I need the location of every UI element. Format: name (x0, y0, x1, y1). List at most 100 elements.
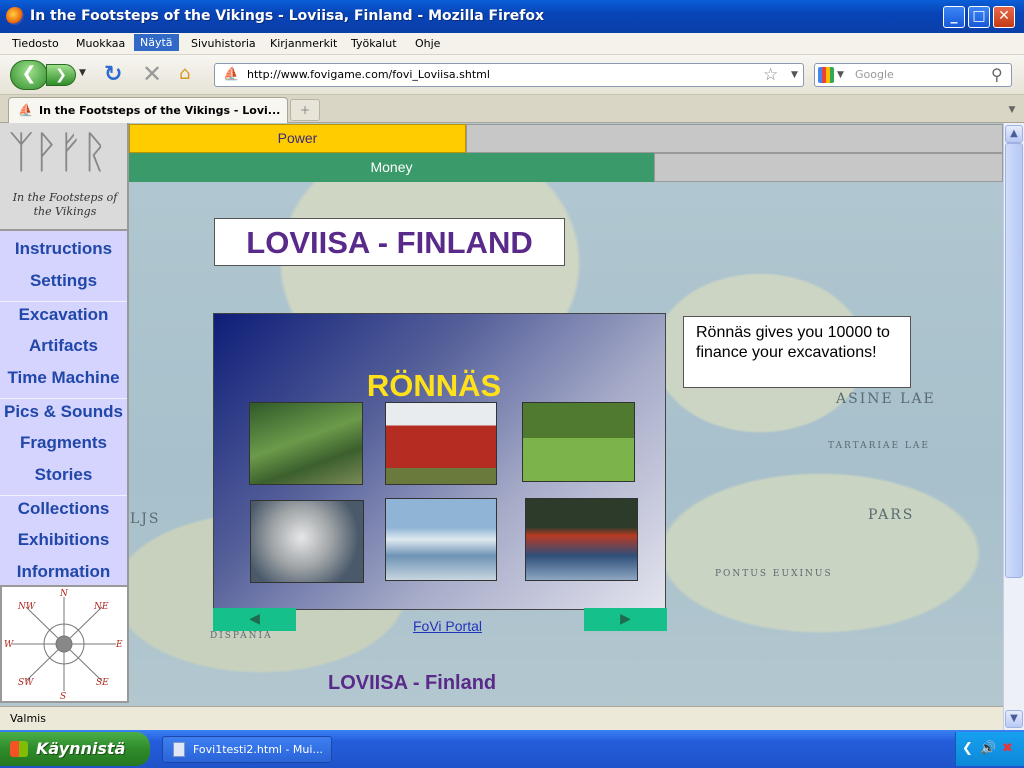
tab-list-dropdown-icon[interactable]: ▼ (1003, 99, 1021, 121)
start-button[interactable]: Käynnistä (0, 732, 150, 766)
tab-favicon-icon: ⛵ (18, 103, 33, 117)
start-label: Käynnistä (36, 739, 126, 758)
footer-title: LOVIISA - Finland (328, 672, 497, 694)
compass-ne: NE (93, 602, 109, 612)
map-label: LJS (130, 511, 161, 527)
taskbar-item[interactable]: Fovi1testi2.html - Mui... (162, 736, 332, 763)
compass-e: E (115, 640, 123, 650)
photo-speedboat[interactable] (385, 498, 497, 581)
photo-red-barn[interactable] (385, 402, 497, 485)
sidebar-item-pics-sounds[interactable]: Pics & Sounds (0, 398, 127, 422)
search-engine-dropdown-icon[interactable]: ▼ (837, 70, 844, 80)
map-label: PONTUS EUXINUS (715, 569, 833, 579)
security-alert-icon[interactable]: ✖ (1002, 741, 1013, 756)
windows-logo-icon (10, 741, 28, 757)
scroll-down-icon[interactable]: ▼ (1005, 710, 1023, 728)
map-label: DISPANIA (210, 631, 273, 641)
money-bar-remaining (654, 153, 1003, 182)
tray-expand-icon[interactable]: ❮ (962, 741, 973, 756)
tab-bar: ⛵ In the Footsteps of the Vikings - Lovi… (0, 95, 1024, 123)
compass-w: W (4, 640, 14, 650)
money-bar: Money (129, 153, 654, 182)
tab-active[interactable]: ⛵ In the Footsteps of the Vikings - Lovi… (8, 97, 288, 123)
sidebar-item-exhibitions[interactable]: Exhibitions (0, 530, 127, 550)
map-label: ASINE LAE (836, 391, 936, 407)
next-arrow-button[interactable]: ▶ (584, 608, 667, 631)
compass-sw: SW (18, 678, 34, 688)
minimize-button[interactable]: _ (943, 6, 965, 28)
location-panel: RÖNNÄS (213, 313, 666, 610)
panel-title: RÖNNÄS (366, 368, 502, 403)
new-tab-button[interactable]: + (290, 99, 320, 121)
volume-icon[interactable]: 🔊 (980, 741, 996, 756)
history-dropdown-icon[interactable]: ▼ (79, 68, 86, 78)
compass-icon: N NE E SE S SW W NW (4, 589, 123, 702)
compass-n: N (59, 589, 69, 599)
menu-file[interactable]: Tiedosto (12, 37, 59, 50)
previous-arrow-button[interactable]: ◀ (213, 608, 296, 631)
menu-view[interactable]: Näytä (134, 34, 179, 51)
photo-rafting[interactable] (525, 498, 638, 581)
sidebar-item-excavation[interactable]: Excavation (0, 301, 127, 325)
photo-mountain-biking[interactable] (249, 402, 363, 485)
scroll-up-icon[interactable]: ▲ (1005, 125, 1023, 143)
status-bar: Valmis (0, 706, 1003, 730)
sidebar-item-collections[interactable]: Collections (0, 495, 127, 519)
photo-golfer[interactable] (522, 402, 635, 482)
site-favicon-icon: ⛵ (223, 67, 240, 82)
sidebar-item-artifacts[interactable]: Artifacts (0, 336, 127, 356)
back-button[interactable]: ❮ (10, 60, 48, 90)
search-engine-icon[interactable] (818, 67, 834, 83)
navigation-toolbar: ❮ ❯ ▼ ↻ ✕ ⌂ ⛵ http://www.fovigame.com/fo… (0, 55, 1024, 95)
reload-icon[interactable]: ↻ (104, 62, 122, 87)
home-icon[interactable]: ⌂ (179, 63, 190, 84)
fovi-portal-link[interactable]: FoVi Portal (413, 618, 482, 634)
window-title: In the Footsteps of the Vikings - Loviis… (30, 8, 545, 24)
compass-s: S (60, 692, 66, 701)
rune-logo-icon: ᛉᚹᚠᚱ (8, 127, 108, 178)
compass-rose: N NE E SE S SW W NW (0, 585, 129, 703)
compass-se: SE (96, 678, 109, 688)
menu-bookmarks[interactable]: Kirjanmerkit (270, 37, 337, 50)
maximize-button[interactable]: □ (968, 6, 990, 28)
bookmark-star-icon[interactable]: ☆ (763, 65, 778, 85)
logo-caption: In the Footsteps of the Vikings (12, 191, 118, 218)
menu-history[interactable]: Sivuhistoria (191, 37, 256, 50)
taskbar-item-label: Fovi1testi2.html - Mui... (193, 743, 323, 756)
firefox-icon (6, 7, 24, 25)
search-input[interactable]: Google (855, 68, 894, 81)
search-bar[interactable]: ▼ Google ⚲ (814, 63, 1012, 87)
vertical-scrollbar[interactable]: ▲ ▼ (1003, 123, 1024, 730)
close-button[interactable]: ✕ (993, 6, 1015, 28)
url-bar[interactable]: ⛵ http://www.fovigame.com/fovi_Loviisa.s… (214, 63, 804, 87)
sidebar-item-stories[interactable]: Stories (0, 465, 127, 485)
scroll-thumb[interactable] (1005, 143, 1023, 578)
photo-fishing-reel[interactable] (250, 500, 364, 583)
page-content: ASINE LAE PARS LJS TARTARIAE LAE PONTUS … (0, 123, 1003, 706)
url-dropdown-icon[interactable]: ▼ (791, 70, 798, 80)
status-text: Valmis (10, 712, 46, 725)
window-titlebar: In the Footsteps of the Vikings - Loviis… (0, 0, 1024, 33)
map-label: TARTARIAE LAE (828, 441, 930, 451)
site-logo[interactable]: ᛉᚹᚠᚱ In the Footsteps of the Vikings (0, 123, 129, 231)
page-title: LOVIISA - FINLAND (214, 218, 565, 266)
sidebar-nav: Instructions Settings Excavation Artifac… (0, 231, 129, 585)
menu-tools[interactable]: Työkalut (351, 37, 397, 50)
windows-taskbar: Käynnistä Fovi1testi2.html - Mui... ❮ 🔊 … (0, 730, 1024, 768)
forward-button[interactable]: ❯ (46, 64, 76, 86)
sidebar-item-time-machine[interactable]: Time Machine (0, 368, 127, 388)
sidebar-item-instructions[interactable]: Instructions (0, 239, 127, 259)
system-tray: ❮ 🔊 ✖ (955, 732, 1024, 766)
sidebar-item-settings[interactable]: Settings (0, 271, 127, 291)
tab-label: In the Footsteps of the Vikings - Lovi..… (39, 104, 281, 117)
url-text[interactable]: http://www.fovigame.com/fovi_Loviisa.sht… (247, 68, 490, 81)
sidebar-item-fragments[interactable]: Fragments (0, 433, 127, 453)
search-icon[interactable]: ⚲ (991, 65, 1003, 84)
menu-edit[interactable]: Muokkaa (76, 37, 125, 50)
menu-bar: Tiedosto Muokkaa Näytä Sivuhistoria Kirj… (0, 33, 1024, 55)
stop-icon[interactable]: ✕ (142, 60, 162, 88)
compass-nw: NW (17, 602, 36, 612)
sidebar-item-information[interactable]: Information (0, 562, 127, 582)
menu-help[interactable]: Ohje (415, 37, 440, 50)
document-icon (173, 742, 185, 757)
